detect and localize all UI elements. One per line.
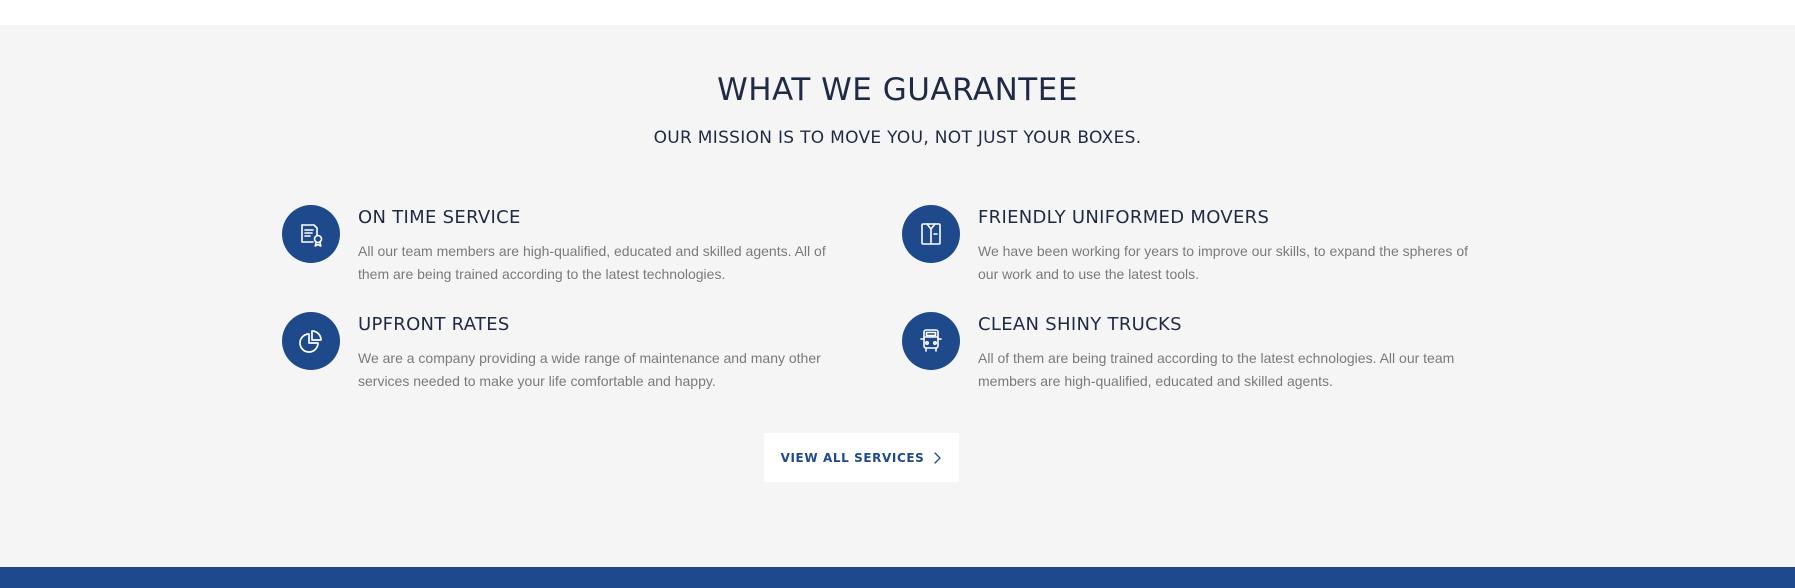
feature-title: CLEAN SHINY TRUCKS: [978, 314, 1182, 335]
feature-icon-circle: [902, 312, 960, 370]
feature-clean-shiny-trucks: CLEAN SHINY TRUCKS All of them are being…: [902, 312, 1462, 402]
section-subtitle: OUR MISSION IS TO MOVE YOU, NOT JUST YOU…: [653, 128, 1142, 148]
pie-chart-icon: [299, 330, 322, 353]
footer-strip: [0, 567, 1795, 588]
feature-on-time-service: ON TIME SERVICE All our team members are…: [282, 205, 842, 295]
feature-description: We are a company providing a wide range …: [358, 350, 821, 389]
feature-icon-circle: [282, 312, 340, 370]
feature-description: We have been working for years to improv…: [978, 243, 1468, 282]
view-all-services-label: VIEW ALL SERVICES: [780, 450, 925, 465]
feature-description: All of them are being trained according …: [978, 350, 1455, 389]
truck-icon: [920, 329, 942, 352]
feature-icon-circle: [902, 205, 960, 263]
chevron-right-icon: [934, 451, 942, 464]
feature-friendly-uniformed-movers: FRIENDLY UNIFORMED MOVERS We have been w…: [902, 205, 1468, 295]
feature-icon-circle: [282, 205, 340, 263]
feature-title: ON TIME SERVICE: [358, 207, 521, 228]
certificate-icon: [301, 224, 323, 247]
feature-title: FRIENDLY UNIFORMED MOVERS: [978, 207, 1270, 228]
feature-description: All our team members are high-qualified,…: [358, 243, 826, 282]
uniform-shirt-icon: [921, 223, 941, 245]
section-title: WHAT WE GUARANTEE: [717, 72, 1078, 108]
top-strip: [0, 0, 1795, 25]
view-all-services-button[interactable]: VIEW ALL SERVICES: [764, 433, 959, 482]
feature-title: UPFRONT RATES: [358, 314, 510, 335]
feature-upfront-rates: UPFRONT RATES We are a company providing…: [282, 312, 842, 402]
